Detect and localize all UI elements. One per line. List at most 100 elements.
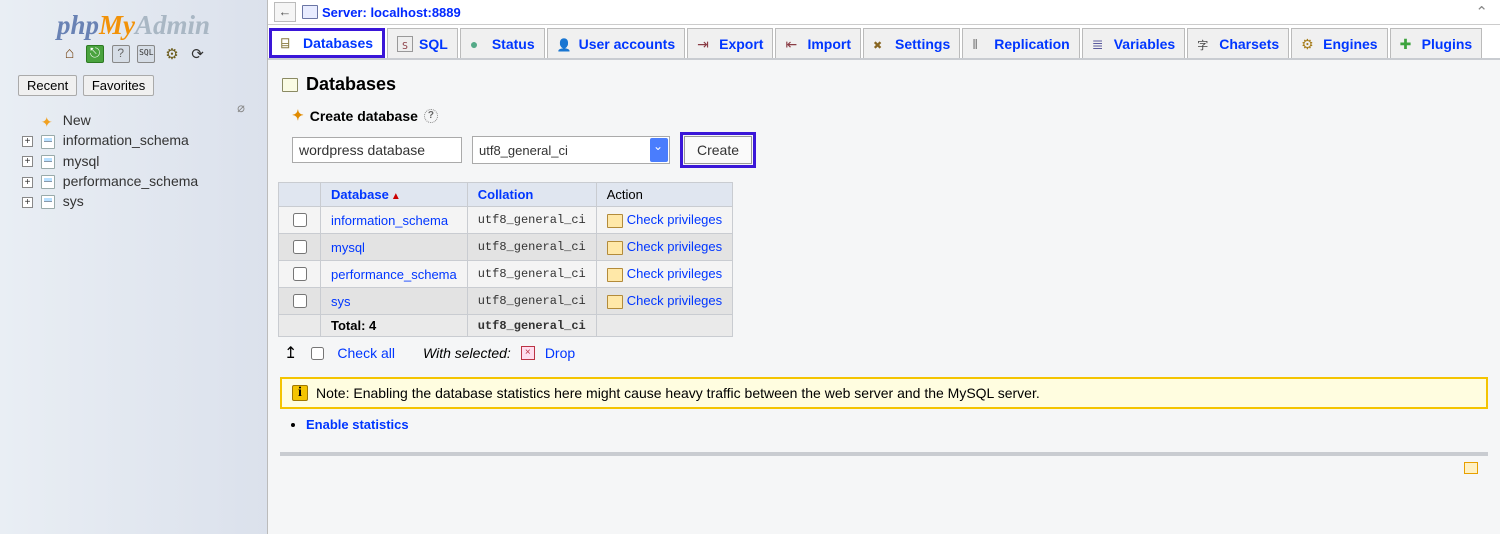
logo[interactable]: phpMyAdmin	[0, 0, 267, 43]
db-link[interactable]: mysql	[331, 240, 365, 255]
server-label: Server:	[322, 5, 367, 20]
db-collation: utf8_general_ci	[467, 288, 596, 315]
database-icon	[41, 155, 55, 169]
th-collation[interactable]: Collation	[467, 183, 596, 207]
note-box: i Note: Enabling the database statistics…	[280, 377, 1488, 409]
tree-item-information-schema[interactable]: + information_schema	[22, 130, 267, 150]
expand-icon[interactable]: +	[22, 197, 33, 208]
row-checkbox[interactable]	[293, 294, 307, 308]
expand-icon[interactable]: +	[22, 156, 33, 167]
console-toggle-icon[interactable]	[1464, 462, 1478, 474]
table-total-row: Total: 4 utf8_general_ci	[279, 315, 733, 337]
tab-databases[interactable]: Databases	[269, 28, 385, 58]
tab-variables[interactable]: Variables	[1082, 28, 1186, 58]
row-checkbox[interactable]	[293, 213, 307, 227]
sql-tab-icon	[397, 36, 413, 52]
tab-replication[interactable]: Replication	[962, 28, 1079, 58]
check-all-link[interactable]: Check all	[337, 345, 395, 361]
bottom-divider	[280, 452, 1488, 456]
th-collation-link[interactable]: Collation	[478, 187, 534, 202]
back-button[interactable]: ←	[274, 2, 296, 22]
settings-icon[interactable]	[163, 45, 181, 63]
tab-plugins[interactable]: Plugins	[1390, 28, 1483, 58]
privileges-icon	[607, 295, 623, 309]
tab-label: Replication	[994, 36, 1069, 52]
docs-icon[interactable]	[112, 45, 130, 63]
status-icon	[470, 36, 486, 52]
privileges-icon	[607, 268, 623, 282]
drop-icon: ×	[521, 346, 535, 360]
db-link[interactable]: sys	[331, 294, 351, 309]
tree-label: performance_schema	[63, 173, 198, 189]
tab-engines[interactable]: Engines	[1291, 28, 1387, 58]
tree-item-sys[interactable]: + sys	[22, 191, 267, 211]
th-database[interactable]: Database▲	[321, 183, 468, 207]
page-heading: Databases	[282, 74, 1490, 95]
logout-icon[interactable]	[86, 45, 104, 63]
main-tabs: Databases SQL Status User accounts Expor…	[268, 25, 1500, 60]
db-link[interactable]: performance_schema	[331, 267, 457, 282]
tree-item-performance-schema[interactable]: + performance_schema	[22, 171, 267, 191]
database-icon	[41, 195, 55, 209]
expand-icon[interactable]: +	[22, 177, 33, 188]
tab-sql[interactable]: SQL	[387, 28, 458, 58]
logo-word-admin: Admin	[135, 10, 210, 40]
database-name-input[interactable]	[292, 137, 462, 163]
db-collation: utf8_general_ci	[467, 207, 596, 234]
tab-import[interactable]: Import	[775, 28, 861, 58]
db-link[interactable]: information_schema	[331, 213, 448, 228]
databases-table: Database▲ Collation Action information_s…	[278, 182, 733, 337]
tab-label: Plugins	[1422, 36, 1473, 52]
with-selected-label: With selected:	[423, 345, 511, 361]
check-privileges-link[interactable]: Check privileges	[627, 239, 722, 254]
replication-icon	[972, 36, 988, 52]
tree-new[interactable]: ✦ New	[22, 110, 267, 130]
tab-label: Variables	[1114, 36, 1176, 52]
content: Databases ✦ Create database ? utf8_gener…	[268, 60, 1500, 470]
tab-charsets[interactable]: Charsets	[1187, 28, 1289, 58]
db-tree: ✦ New + information_schema + mysql + per…	[22, 110, 267, 211]
enable-statistics-link[interactable]: Enable statistics	[306, 417, 409, 432]
row-checkbox[interactable]	[293, 240, 307, 254]
drop-link[interactable]: Drop	[545, 345, 575, 361]
reload-icon[interactable]	[189, 45, 207, 63]
tab-export[interactable]: Export	[687, 28, 773, 58]
database-icon	[41, 135, 55, 149]
db-collation: utf8_general_ci	[467, 261, 596, 288]
help-icon[interactable]: ?	[424, 109, 438, 123]
check-privileges-link[interactable]: Check privileges	[627, 212, 722, 227]
collation-select[interactable]: utf8_general_ci	[472, 136, 670, 164]
sidebar-tabs: Recent Favorites	[18, 75, 267, 96]
databases-heading-icon	[282, 78, 298, 92]
logo-word-my: My	[99, 10, 135, 40]
tab-user-accounts[interactable]: User accounts	[547, 28, 685, 58]
tab-label: Status	[492, 36, 535, 52]
tab-status[interactable]: Status	[460, 28, 545, 58]
create-db-heading: Create database	[310, 108, 418, 124]
th-database-link[interactable]: Database	[331, 187, 389, 202]
import-icon	[785, 36, 801, 52]
server-host-link[interactable]: localhost:8889	[370, 5, 460, 20]
expand-icon[interactable]: +	[22, 136, 33, 147]
tab-label: Engines	[1323, 36, 1377, 52]
row-checkbox[interactable]	[293, 267, 307, 281]
create-button[interactable]: Create	[684, 136, 752, 164]
page-title: Databases	[306, 74, 396, 95]
tab-settings[interactable]: Settings	[863, 28, 960, 58]
check-privileges-link[interactable]: Check privileges	[627, 293, 722, 308]
collapse-icon[interactable]: ⌃	[1475, 3, 1494, 21]
home-icon[interactable]	[60, 45, 78, 63]
sql-icon[interactable]	[137, 45, 155, 63]
table-row: sys utf8_general_ci Check privileges	[279, 288, 733, 315]
tab-label: Databases	[303, 35, 373, 51]
table-row: information_schema utf8_general_ci Check…	[279, 207, 733, 234]
favorites-tab[interactable]: Favorites	[83, 75, 154, 96]
variables-icon	[1092, 36, 1108, 52]
tab-label: User accounts	[579, 36, 675, 52]
tab-label: Settings	[895, 36, 950, 52]
recent-tab[interactable]: Recent	[18, 75, 77, 96]
breadcrumb-bar: ← Server: localhost:8889 ⌃	[268, 0, 1500, 25]
tree-item-mysql[interactable]: + mysql	[22, 151, 267, 171]
check-privileges-link[interactable]: Check privileges	[627, 266, 722, 281]
check-all-checkbox[interactable]	[311, 347, 324, 360]
